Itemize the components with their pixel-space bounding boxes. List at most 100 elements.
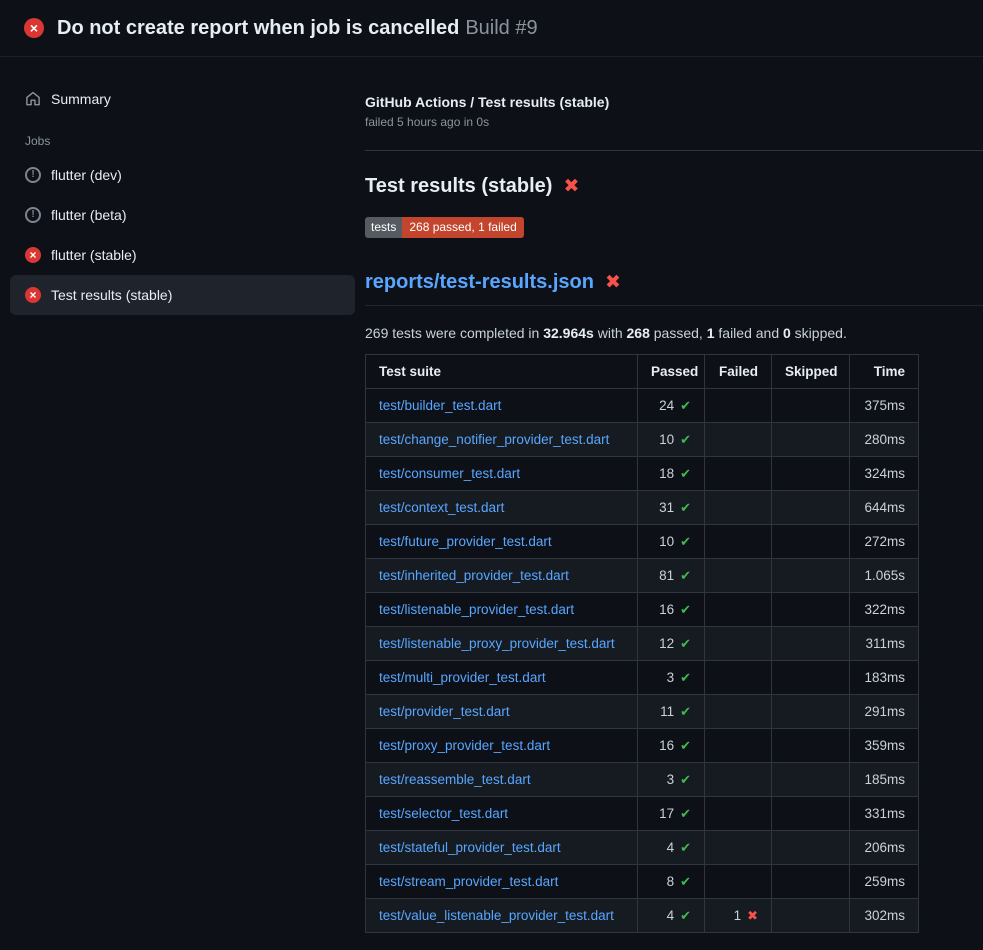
passed-cell: 81 ✔ (638, 559, 705, 593)
table-row: test/stream_provider_test.dart8✔259ms (366, 865, 919, 899)
test-suite-cell: test/future_provider_test.dart (366, 525, 638, 559)
time-cell: 375ms (850, 389, 919, 423)
run-meta: failed 5 hours ago in 0s (365, 115, 983, 129)
test-suite-link[interactable]: test/listenable_proxy_provider_test.dart (379, 636, 615, 651)
time-cell: 1.065s (850, 559, 919, 593)
skipped-cell (772, 695, 850, 729)
test-suite-cell: test/proxy_provider_test.dart (366, 729, 638, 763)
test-suite-link[interactable]: test/change_notifier_provider_test.dart (379, 432, 609, 447)
summary-mid-passed: passed, (650, 325, 707, 341)
sidebar-item-flutter-stable[interactable]: × flutter (stable) (10, 235, 355, 275)
column-header-passed: Passed (638, 355, 705, 389)
check-icon: ✔ (680, 874, 691, 889)
check-icon: ✔ (680, 534, 691, 549)
fail-x-icon: ✖ (605, 273, 621, 292)
failed-cell (705, 627, 772, 661)
table-row: test/multi_provider_test.dart3✔183ms (366, 661, 919, 695)
test-suite-link[interactable]: test/multi_provider_test.dart (379, 670, 546, 685)
home-icon (25, 91, 41, 107)
passed-cell: 10✔ (638, 423, 705, 457)
test-suite-cell: test/value_listenable_provider_test.dart (366, 899, 638, 933)
check-icon: ✔ (680, 432, 691, 447)
passed-cell-value: 18 (659, 466, 674, 481)
summary-skipped-count: 0 (783, 325, 791, 341)
sidebar-item-label: flutter (dev) (51, 167, 122, 183)
run-title-text: Do not create report when job is cancell… (57, 17, 459, 39)
skipped-cell (772, 593, 850, 627)
report-file-link[interactable]: reports/test-results.json (365, 271, 594, 294)
passed-cell-value: 4 (667, 840, 675, 855)
test-suite-link[interactable]: test/future_provider_test.dart (379, 534, 552, 549)
table-row: test/reassemble_test.dart3✔185ms (366, 763, 919, 797)
summary-duration: 32.964s (543, 325, 594, 341)
skipped-cell (772, 457, 850, 491)
passed-cell-value: 16 (659, 602, 674, 617)
table-row: test/proxy_provider_test.dart 16✔ 359ms (366, 729, 919, 763)
test-suite-link[interactable]: test/value_listenable_provider_test.dart (379, 908, 614, 923)
passed-cell: 3✔ (638, 763, 705, 797)
check-icon: ✔ (680, 704, 691, 719)
report-file-heading: reports/test-results.json ✖ (365, 271, 983, 306)
badge-value: 268 passed, 1 failed (402, 217, 523, 238)
check-icon: ✔ (680, 602, 691, 617)
check-icon: ✔ (680, 636, 691, 651)
sidebar: Summary Jobs ! flutter (dev) ! flutter (… (0, 57, 365, 315)
failed-cell (705, 729, 772, 763)
check-icon: ✔ (680, 806, 691, 821)
passed-cell: 8✔ (638, 865, 705, 899)
test-suite-link[interactable]: test/stateful_provider_test.dart (379, 840, 561, 855)
sidebar-item-flutter-beta[interactable]: ! flutter (beta) (10, 195, 355, 235)
sidebar-item-flutter-dev[interactable]: ! flutter (dev) (10, 155, 355, 195)
sidebar-item-summary[interactable]: Summary (10, 79, 355, 119)
failed-cell (705, 763, 772, 797)
test-suite-link[interactable]: test/selector_test.dart (379, 806, 508, 821)
test-suite-link[interactable]: test/proxy_provider_test.dart (379, 738, 550, 753)
test-suite-link[interactable]: test/provider_test.dart (379, 704, 510, 719)
time-cell: 206ms (850, 831, 919, 865)
x-circle-icon: × (25, 287, 41, 303)
passed-cell: 16✔ (638, 729, 705, 763)
time-cell: 644ms (850, 491, 919, 525)
skipped-cell (772, 491, 850, 525)
column-header-skipped: Skipped (772, 355, 850, 389)
test-suite-cell: test/stateful_provider_test.dart (366, 831, 638, 865)
time-cell: 291ms (850, 695, 919, 729)
check-icon: ✔ (680, 500, 691, 515)
time-cell: 359ms (850, 729, 919, 763)
failed-cell (705, 797, 772, 831)
failed-cell (705, 593, 772, 627)
test-suite-link[interactable]: test/inherited_provider_test.dart (379, 568, 569, 583)
passed-cell-value: 16 (659, 738, 674, 753)
skipped-cell (772, 389, 850, 423)
skipped-cell (772, 661, 850, 695)
time-cell: 331ms (850, 797, 919, 831)
page-header: × Do not create report when job is cance… (0, 0, 983, 57)
test-suite-link[interactable]: test/stream_provider_test.dart (379, 874, 558, 889)
jobs-section-label: Jobs (0, 119, 365, 155)
test-suite-link[interactable]: test/context_test.dart (379, 500, 504, 515)
check-icon: ✔ (680, 398, 691, 413)
check-icon: ✔ (680, 568, 691, 583)
failed-cell (705, 831, 772, 865)
test-suite-link[interactable]: test/builder_test.dart (379, 398, 501, 413)
skipped-cell (772, 423, 850, 457)
failed-cell (705, 457, 772, 491)
test-suite-link[interactable]: test/consumer_test.dart (379, 466, 520, 481)
test-suite-link[interactable]: test/reassemble_test.dart (379, 772, 531, 787)
skipped-cell (772, 899, 850, 933)
failed-cell (705, 559, 772, 593)
passed-cell-value: 17 (659, 806, 674, 821)
sidebar-item-label: flutter (beta) (51, 207, 126, 223)
sidebar-item-test-results-stable[interactable]: × Test results (stable) (10, 275, 355, 315)
skipped-cell (772, 729, 850, 763)
table-row: test/future_provider_test.dart10✔272ms (366, 525, 919, 559)
badge-label: tests (365, 217, 402, 238)
passed-cell: 16 ✔ (638, 593, 705, 627)
x-circle-icon: × (25, 247, 41, 263)
test-suite-cell: test/stream_provider_test.dart (366, 865, 638, 899)
passed-cell-value: 10 (659, 534, 674, 549)
column-header-test-suite: Test suite (366, 355, 638, 389)
test-suite-link[interactable]: test/listenable_provider_test.dart (379, 602, 574, 617)
time-cell: 280ms (850, 423, 919, 457)
passed-cell-value: 81 (659, 568, 674, 583)
